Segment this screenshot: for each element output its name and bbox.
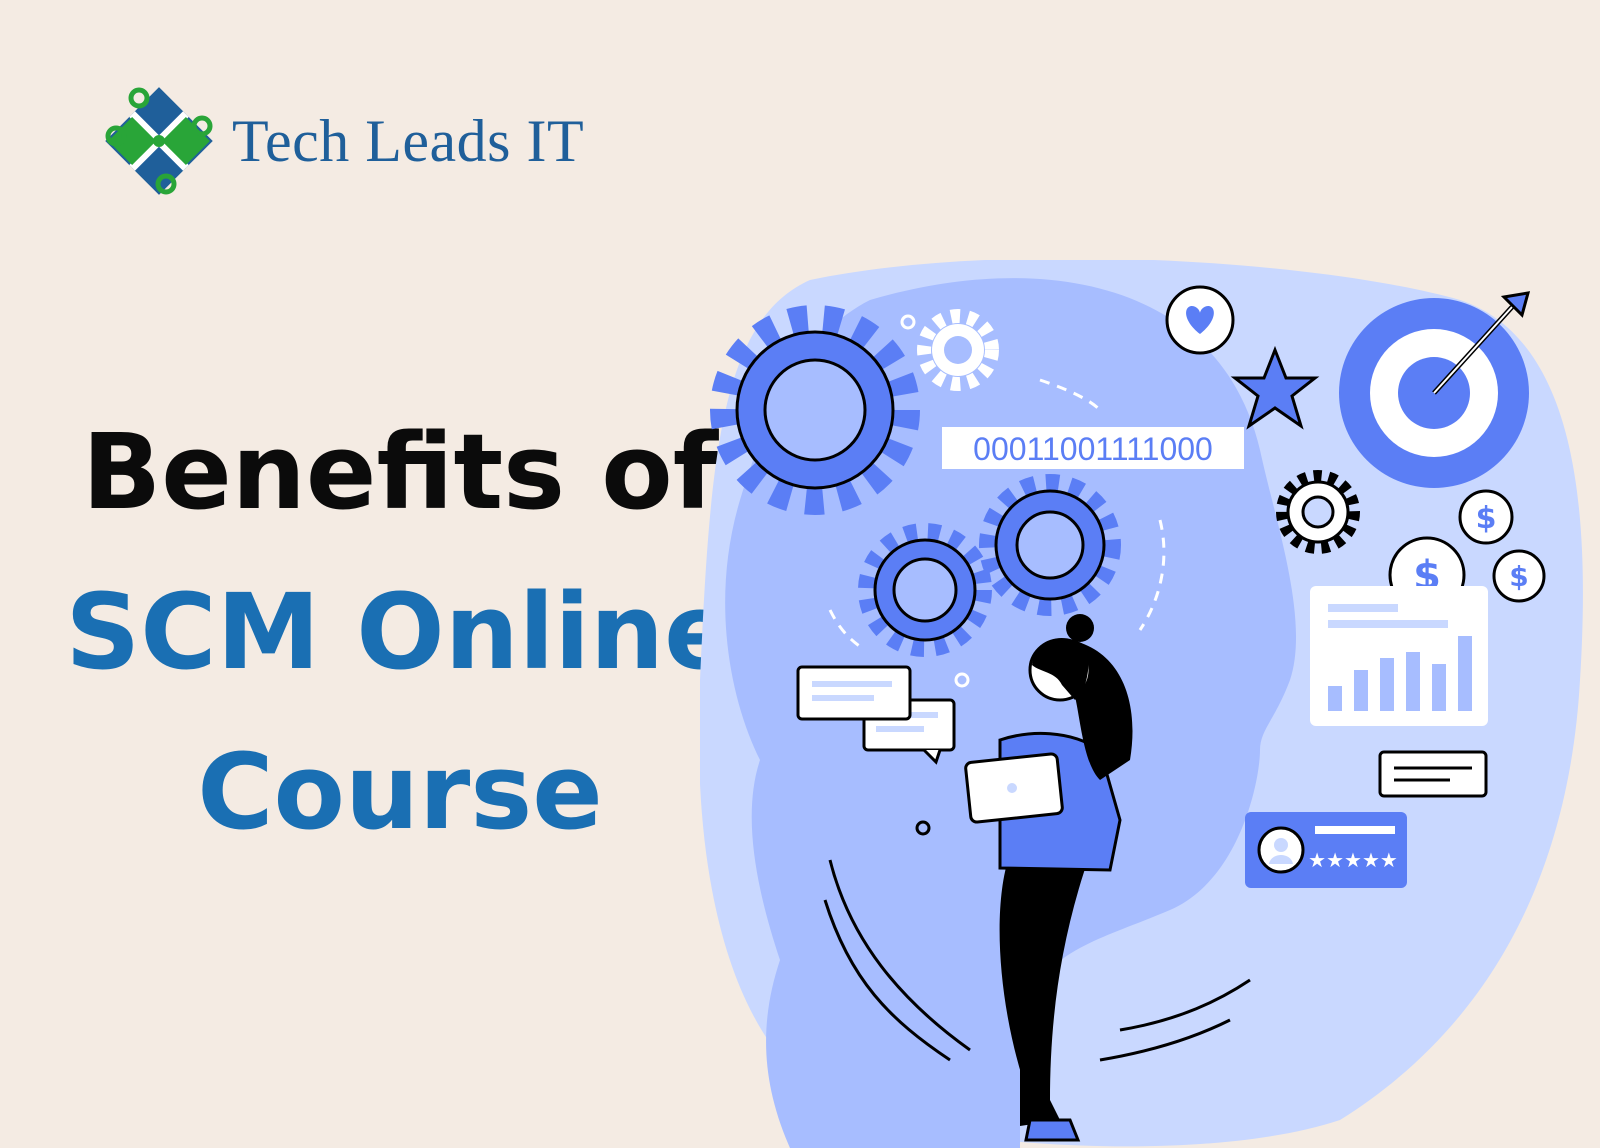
review-stars: ★★★★★ (1308, 848, 1398, 872)
brand-name: Tech Leads IT (232, 107, 585, 174)
headline-line-2: SCM Online (65, 571, 735, 693)
learning-illustration: 00011001111000 $ $ $ ★★★★★ (700, 260, 1583, 1148)
svg-text:$: $ (1476, 501, 1497, 536)
headline: Benefits of SCM Online Course (40, 392, 760, 872)
dollar-icon: $ (1492, 549, 1546, 603)
headline-line-1: Benefits of (82, 411, 718, 533)
chat-bubble-icon (796, 665, 912, 721)
dollar-icon: $ (1458, 489, 1514, 545)
heart-icon (1165, 285, 1235, 355)
user-avatar-icon (1257, 826, 1305, 874)
logo-icon (105, 87, 213, 195)
svg-text:$: $ (1509, 560, 1528, 593)
gear-icon (979, 474, 1121, 616)
brand-logo: Tech Leads IT (104, 86, 584, 196)
binary-label: 00011001111000 (973, 431, 1213, 467)
headline-line-3: Course (197, 731, 603, 853)
review-card: ★★★★★ (1245, 812, 1407, 888)
bar-chart-icon (1310, 586, 1488, 726)
note-card (1378, 750, 1488, 798)
